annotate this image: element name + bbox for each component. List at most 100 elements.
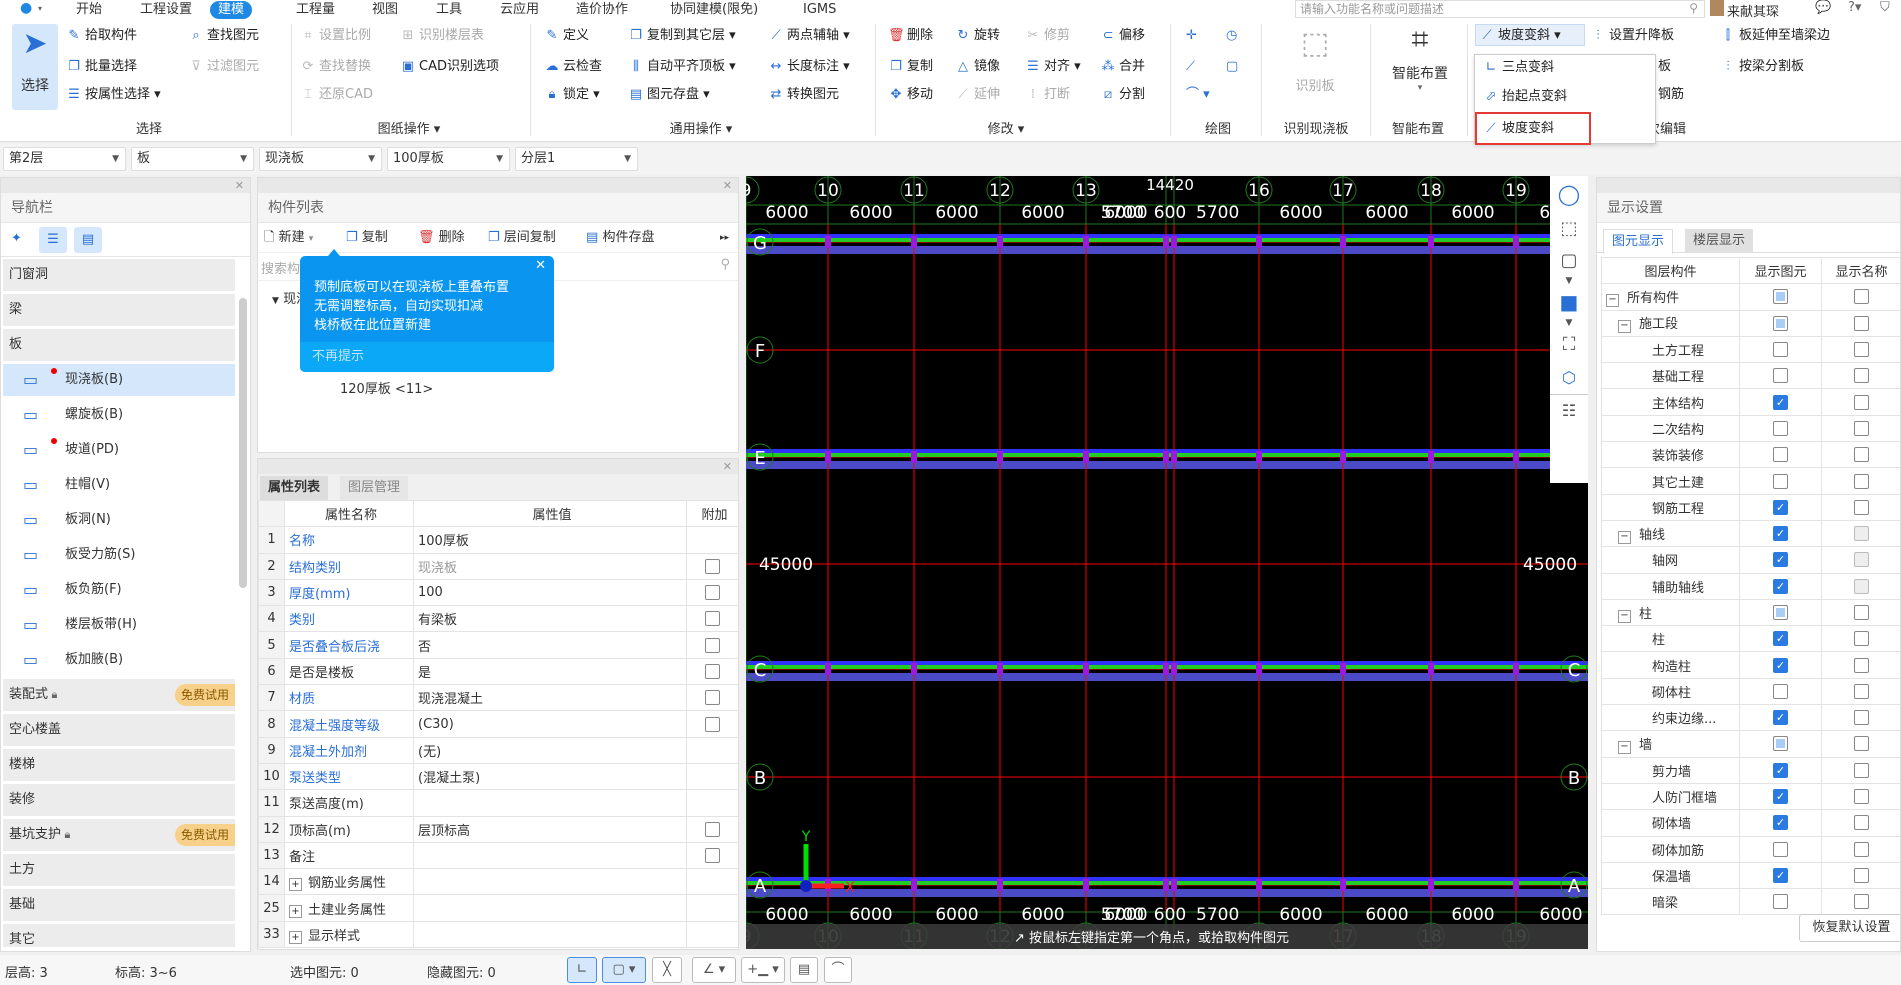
slope-dropdown-button[interactable]: ⟋ 坡度变斜 ▾: [1475, 24, 1585, 46]
quick-access-dropdown-icon[interactable]: ▾: [38, 4, 42, 13]
nav-item[interactable]: ▭ 坡道(PD): [3, 434, 235, 466]
checkbox[interactable]: [1854, 499, 1869, 515]
drawing-canvas[interactable]: 9910101111121213131616171718181919144206…: [746, 176, 1588, 949]
sublayer-select[interactable]: 分层1 ▼: [515, 147, 638, 171]
checkbox[interactable]: [1773, 447, 1788, 463]
checkbox[interactable]: ✓: [1773, 710, 1788, 726]
checkbox[interactable]: ✓: [1773, 867, 1788, 883]
local-3d-icon[interactable]: ⬡: [1550, 362, 1588, 394]
checkbox[interactable]: [1854, 578, 1869, 594]
more-icon[interactable]: ▸▸: [720, 227, 729, 249]
fit-view-icon[interactable]: ⛶: [1550, 328, 1588, 362]
group-label-general[interactable]: 通用操作 ▾: [670, 118, 733, 137]
tab-9[interactable]: IGMS: [795, 1, 844, 19]
checkbox[interactable]: [1854, 736, 1869, 752]
copy-button[interactable]: ❐ 复制: [888, 56, 933, 78]
tab-1[interactable]: 工程设置: [132, 1, 200, 19]
chevron-down-icon[interactable]: ▼: [1550, 276, 1588, 286]
nav-item[interactable]: 梁: [3, 294, 235, 326]
property-row[interactable]: 11 泵送高度(m): [258, 789, 738, 817]
tab-0[interactable]: 开始: [68, 1, 110, 19]
property-row[interactable]: 10 泵送类型 (混凝土泵): [258, 762, 738, 791]
property-row[interactable]: 8 混凝土强度等级 (C30): [258, 710, 738, 738]
property-row[interactable]: 1 名称 100厚板: [258, 526, 738, 554]
function-search-input[interactable]: 请输入功能名称或问题描述 ⚲: [1295, 0, 1705, 18]
nav-item[interactable]: 其它: [3, 924, 235, 947]
nav-item[interactable]: ▭ 板受力筋(S): [3, 539, 235, 571]
set-scale-button[interactable]: ⌗ 设置比例: [300, 25, 371, 47]
checkbox[interactable]: ✓: [1773, 578, 1788, 594]
group-label-modify[interactable]: 修改 ▾: [988, 118, 1025, 137]
define-button[interactable]: ✎ 定义: [544, 25, 589, 47]
checkbox[interactable]: [1773, 289, 1788, 305]
tab-4[interactable]: 视图: [364, 1, 406, 19]
cad-drawing[interactable]: 9910101111121213131616171718181919144206…: [746, 176, 1588, 949]
property-value[interactable]: (C30): [413, 710, 687, 738]
nav-item[interactable]: ▭ 柱帽(V): [3, 469, 235, 501]
checkbox[interactable]: [1854, 789, 1869, 805]
batch-select-button[interactable]: ❐ 批量选择: [66, 56, 137, 78]
dont-show-again-link[interactable]: 不再提示: [300, 342, 554, 372]
property-row[interactable]: 2 结构类别 现浇板: [258, 552, 738, 580]
offset-input-icon[interactable]: +▁ ▾: [741, 957, 785, 983]
nav-item[interactable]: 楼梯: [3, 749, 235, 781]
property-row[interactable]: 13 备注: [258, 841, 738, 870]
save-component-button[interactable]: ▤ 构件存盘: [586, 227, 654, 249]
snap-mode-icon[interactable]: ▢ ▾: [602, 957, 646, 983]
checkbox[interactable]: ✓: [1773, 631, 1788, 647]
floor-select[interactable]: 第2层 ▼: [3, 147, 126, 171]
checkbox[interactable]: ✓: [1773, 657, 1788, 673]
user-name[interactable]: 来献其琛: [1727, 1, 1779, 20]
tab-5[interactable]: 工具: [428, 1, 470, 19]
collapse-icon[interactable]: −: [1618, 530, 1631, 544]
filter-element-button[interactable]: ⊽ 过滤图元: [188, 56, 259, 78]
checkbox[interactable]: ✓: [1773, 762, 1788, 778]
cloud-check-button[interactable]: ☁ 云检查: [544, 56, 603, 78]
extra-checkbox[interactable]: [705, 611, 720, 627]
partial-slab-button[interactable]: 板: [1658, 56, 1671, 78]
circle-draw-icon[interactable]: ◷: [1226, 25, 1237, 47]
user-avatar[interactable]: [1710, 0, 1724, 16]
move-button[interactable]: ✥ 移动: [888, 84, 933, 106]
restore-defaults-button[interactable]: 恢复默认设置: [1799, 914, 1900, 942]
checkbox[interactable]: [1773, 315, 1788, 331]
close-icon[interactable]: ✕: [535, 258, 546, 273]
sparkle-icon[interactable]: ✦: [11, 231, 22, 246]
nav-item[interactable]: 土方: [3, 854, 235, 886]
floor-copy-button[interactable]: ❐ 层间复制: [488, 227, 556, 249]
cad-options-button[interactable]: ▣ CAD识别选项: [400, 56, 499, 78]
extra-checkbox[interactable]: [705, 585, 720, 601]
checkbox[interactable]: [1773, 736, 1788, 752]
checkbox[interactable]: [1773, 683, 1788, 699]
checkbox[interactable]: [1854, 867, 1869, 883]
list-view-icon[interactable]: ☰: [39, 227, 67, 253]
nav-item[interactable]: 板: [3, 329, 235, 361]
property-value[interactable]: 有梁板: [413, 605, 687, 633]
nav-item[interactable]: ▭ 现浇板(B): [3, 364, 235, 396]
checkbox[interactable]: [1854, 394, 1869, 410]
expand-icon[interactable]: +: [289, 930, 302, 944]
property-value[interactable]: 现浇混凝土: [413, 684, 687, 712]
property-row[interactable]: 14 + 钢筋业务属性: [258, 868, 738, 896]
extra-checkbox[interactable]: [705, 690, 720, 706]
find-replace-button[interactable]: ⟳ 查找替换: [300, 56, 371, 78]
checkbox[interactable]: [1773, 420, 1788, 436]
chat-icon[interactable]: 💬: [1815, 0, 1831, 15]
nav-item[interactable]: 门窗洞: [3, 259, 235, 291]
restore-cad-button[interactable]: ⌶ 还原CAD: [300, 84, 373, 106]
property-row[interactable]: 7 材质 现浇混凝土: [258, 684, 738, 712]
merge-button[interactable]: ⁂ 合并: [1100, 56, 1146, 78]
rect-draw-icon[interactable]: ▢: [1226, 56, 1238, 78]
nav-item[interactable]: ▭ 板洞(N): [3, 504, 235, 536]
menu-item-grade-slope[interactable]: ⟋ 坡度变斜: [1475, 112, 1591, 145]
checkbox[interactable]: [1854, 683, 1869, 699]
checkbox[interactable]: [1854, 841, 1869, 857]
nav-item[interactable]: 基坑支护 🔒︎ 免费试用: [3, 819, 235, 851]
property-value[interactable]: 否: [413, 631, 687, 659]
help-icon[interactable]: ?▾: [1848, 0, 1861, 15]
collapse-icon[interactable]: −: [1618, 740, 1631, 754]
recognize-floor-table-button[interactable]: ⊞ 识别楼层表: [400, 25, 484, 47]
nav-item[interactable]: ▭ 楼层板带(H): [3, 609, 235, 641]
checkbox[interactable]: ✓: [1773, 552, 1788, 568]
close-icon[interactable]: ✕: [1, 178, 250, 193]
